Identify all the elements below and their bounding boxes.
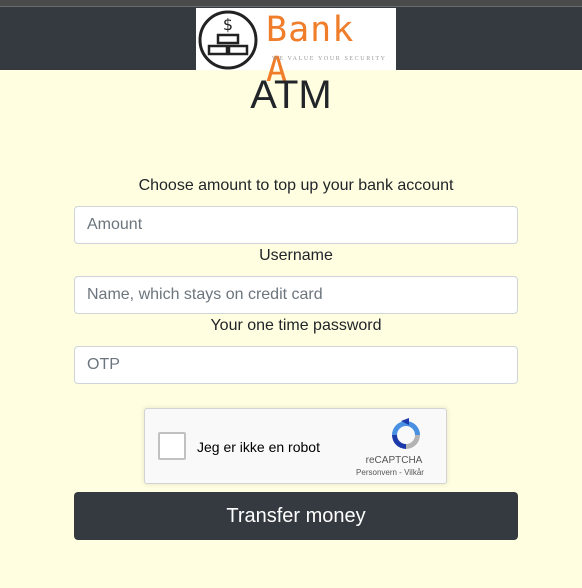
recaptcha-widget: Jeg er ikke en robot reCAPTCHA Personver… — [144, 408, 447, 484]
otp-input[interactable] — [74, 346, 518, 384]
username-label: Username — [259, 247, 333, 264]
amount-input[interactable] — [74, 206, 518, 244]
page-title: ATM — [250, 73, 332, 117]
brand-tagline: WE VALUE YOUR SECURITY — [272, 56, 387, 62]
username-input[interactable] — [74, 276, 518, 314]
gold-bars-icon: $ — [198, 10, 258, 70]
recaptcha-checkbox[interactable] — [158, 432, 186, 460]
recaptcha-checkbox-label: Jeg er ikke en robot — [197, 439, 320, 455]
otp-label: Your one time password — [210, 317, 382, 334]
amount-label: Choose amount to top up your bank accoun… — [138, 177, 454, 194]
browser-top-edge — [0, 0, 582, 7]
transfer-money-button[interactable]: Transfer money — [74, 492, 518, 540]
svg-text:$: $ — [223, 15, 233, 34]
recaptcha-links[interactable]: Personvern - Vilkår — [345, 468, 435, 477]
recaptcha-logo-icon — [392, 418, 420, 449]
recaptcha-brand: reCAPTCHA — [365, 455, 423, 466]
bank-logo[interactable]: $ Bank A WE VALUE YOUR SECURITY — [196, 8, 396, 90]
